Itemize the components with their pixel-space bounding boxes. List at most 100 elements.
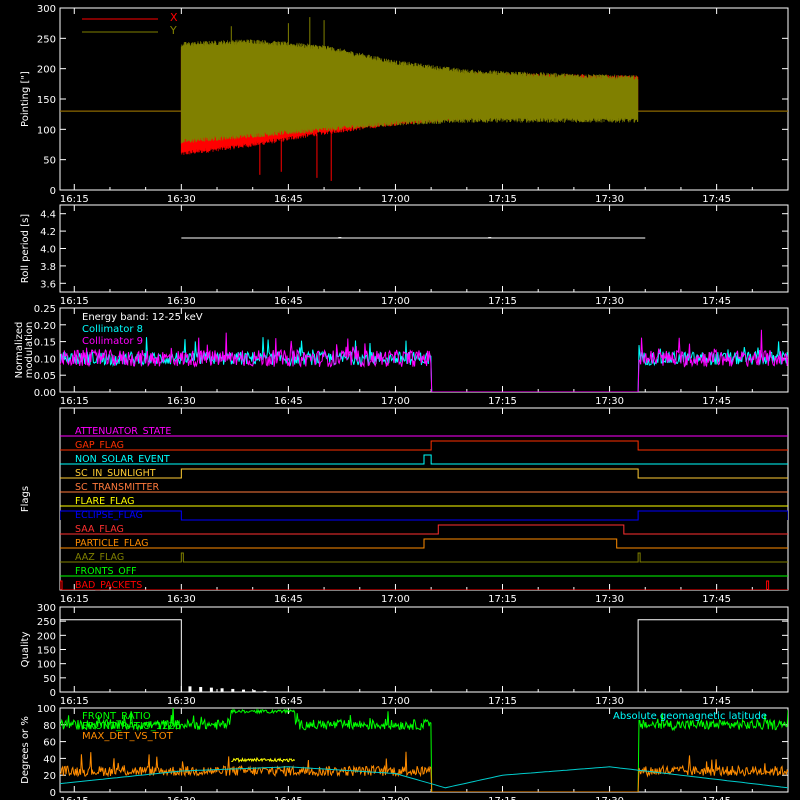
y-tick-label: 60 bbox=[43, 738, 56, 749]
flag-trace-aaz_flag bbox=[60, 552, 788, 563]
y-tick-label: 0.10 bbox=[34, 354, 56, 365]
x-tick-label: 16:15 bbox=[60, 594, 89, 605]
panel-quality: 16:15 16:30 16:45 17:00 17:15 17:30 17:45 0 50 10… bbox=[20, 603, 789, 707]
y-tick-label: 250 bbox=[37, 617, 56, 628]
y-axis-label: Quality bbox=[20, 632, 31, 668]
series-Y-band bbox=[180, 39, 639, 144]
y-tick-label: 100 bbox=[37, 704, 56, 715]
panel-ratios: 16:15 16:30 16:45 17:00 17:15 17:30 17:45 0 20 40… bbox=[20, 704, 789, 800]
x-tick-label: 17:30 bbox=[595, 796, 624, 800]
y-tick-label: 0 bbox=[50, 788, 56, 799]
x-tick-label: 17:30 bbox=[595, 396, 624, 407]
y-tick-label: 40 bbox=[43, 754, 56, 765]
quality-blip bbox=[242, 689, 245, 692]
x-tick-label: 16:15 bbox=[60, 194, 89, 205]
y-tick-label: 150 bbox=[37, 95, 56, 106]
y-tick-label: 300 bbox=[37, 4, 56, 15]
y-tick-label: 250 bbox=[37, 34, 56, 45]
data-layer bbox=[60, 619, 788, 692]
x-tick-label: 17:30 bbox=[595, 696, 624, 707]
x-tick-label: 17:00 bbox=[381, 194, 410, 205]
quality-blip bbox=[209, 687, 213, 692]
y-tick-label: 150 bbox=[37, 646, 56, 657]
y-tick-label: 0 bbox=[50, 688, 56, 699]
y-tick-label: 0.15 bbox=[34, 338, 56, 349]
x-tick-label: 16:15 bbox=[60, 696, 89, 707]
y-tick-label: 200 bbox=[37, 65, 56, 76]
x-tick-label: 17:15 bbox=[488, 594, 517, 605]
x-tick-label: 17:15 bbox=[488, 194, 517, 205]
quality-blip bbox=[263, 690, 267, 692]
x-tick-label: 17:45 bbox=[702, 696, 731, 707]
flag-label-flare_flag: FLARE_FLAG bbox=[75, 496, 135, 507]
flag-label-saa_flag: SAA_FLAG bbox=[75, 524, 124, 535]
y-tick-label: 4.4 bbox=[40, 210, 56, 221]
series-yellow_segment bbox=[231, 756, 296, 764]
x-tick-label: 16:15 bbox=[60, 796, 89, 800]
x-tick-label: 17:45 bbox=[702, 296, 731, 307]
x-tick-label: 17:45 bbox=[702, 194, 731, 205]
x-tick-label: 17:00 bbox=[381, 296, 410, 307]
x-tick-label: 17:00 bbox=[381, 696, 410, 707]
flag-label-aaz_flag: AAZ_FLAG bbox=[75, 552, 124, 563]
x-tick-label: 16:15 bbox=[60, 396, 89, 407]
flag-label-particle_flag: PARTICLE_FLAG bbox=[75, 538, 148, 549]
quality-blip bbox=[231, 688, 235, 692]
x-tick-label: 16:30 bbox=[167, 796, 196, 800]
x-tick-label: 16:45 bbox=[274, 696, 303, 707]
geomagnetic-annotation: Absolute geomagnetic latitude bbox=[613, 711, 767, 722]
roll-blip bbox=[338, 237, 342, 239]
quality-blip bbox=[252, 690, 256, 692]
x-tick-label: 16:15 bbox=[60, 296, 89, 307]
flag-label-gap_flag: GAP_FLAG bbox=[75, 440, 124, 451]
flag-trace-particle_flag bbox=[60, 538, 788, 549]
panel-pointing: 16:15 16:30 16:45 17:00 17:15 17:30 17:45 0 50 10… bbox=[20, 4, 789, 205]
x-tick-label: 17:30 bbox=[595, 194, 624, 205]
x-tick-label: 16:45 bbox=[274, 194, 303, 205]
panel-modulation: 16:15 16:30 16:45 17:00 17:15 17:30 17:45 0.00 0… bbox=[14, 304, 789, 407]
x-tick-label: 16:45 bbox=[274, 396, 303, 407]
data-layer bbox=[60, 17, 788, 181]
y-tick-label: 200 bbox=[37, 631, 56, 642]
flag-label-non_solar_event: NON_SOLAR_EVENT bbox=[75, 454, 170, 465]
x-tick-label: 17:00 bbox=[381, 796, 410, 800]
x-tick-label: 17:00 bbox=[381, 594, 410, 605]
y-tick-label: 0.25 bbox=[34, 304, 56, 315]
panel-roll: 16:15 16:30 16:45 17:00 17:15 17:30 17:45 3.6 3.… bbox=[20, 204, 789, 307]
quality-blip bbox=[199, 686, 203, 692]
y-tick-label: 50 bbox=[43, 674, 56, 685]
x-tick-label: 16:30 bbox=[167, 296, 196, 307]
y-tick-label: 0.05 bbox=[34, 371, 56, 382]
y-axis-label: Degrees or % bbox=[20, 716, 31, 784]
legend-label-collimator: Collimator 8 bbox=[82, 324, 143, 335]
x-tick-label: 17:15 bbox=[488, 296, 517, 307]
panel-flags: 16:15 16:30 16:45 17:00 17:15 17:30 17:45 Flags… bbox=[20, 407, 789, 605]
x-tick-label: 17:15 bbox=[488, 396, 517, 407]
y-axis-label: Pointing ["] bbox=[20, 71, 31, 127]
y-axis-label: Roll period [s] bbox=[20, 214, 31, 283]
y-tick-label: 80 bbox=[43, 721, 56, 732]
x-tick-label: 16:45 bbox=[274, 594, 303, 605]
flag-trace-saa_flag bbox=[60, 524, 788, 535]
x-tick-label: 17:15 bbox=[488, 796, 517, 800]
y-tick-label: 300 bbox=[37, 603, 56, 614]
quality-trace bbox=[60, 619, 788, 692]
legend-label-Y: Y bbox=[169, 24, 177, 37]
y-tick-label: 100 bbox=[37, 125, 56, 136]
flag-trace-eclipse_flag bbox=[60, 510, 788, 521]
x-tick-label: 16:30 bbox=[167, 396, 196, 407]
y-axis-label-line2: modulation bbox=[24, 322, 35, 379]
x-tick-label: 17:45 bbox=[702, 396, 731, 407]
legend-label-collimator: Collimator 9 bbox=[82, 336, 143, 347]
flag-label-fronts_off: FRONTS_OFF bbox=[75, 566, 137, 577]
energy-band-annotation: Energy band: 12-25 keV bbox=[82, 312, 203, 323]
lightcurve-figure: 16:15 16:30 16:45 17:00 17:15 17:30 17:45 0 50 10… bbox=[14, 4, 789, 800]
flag-label-sc_transmitter: SC_TRANSMITTER bbox=[75, 482, 160, 493]
y-tick-label: 100 bbox=[37, 660, 56, 671]
x-tick-label: 17:15 bbox=[488, 696, 517, 707]
x-tick-label: 16:45 bbox=[274, 296, 303, 307]
x-tick-label: 17:45 bbox=[702, 594, 731, 605]
flag-trace-gap_flag bbox=[60, 440, 788, 451]
quality-blip bbox=[220, 688, 224, 692]
roll-blip bbox=[488, 237, 492, 239]
